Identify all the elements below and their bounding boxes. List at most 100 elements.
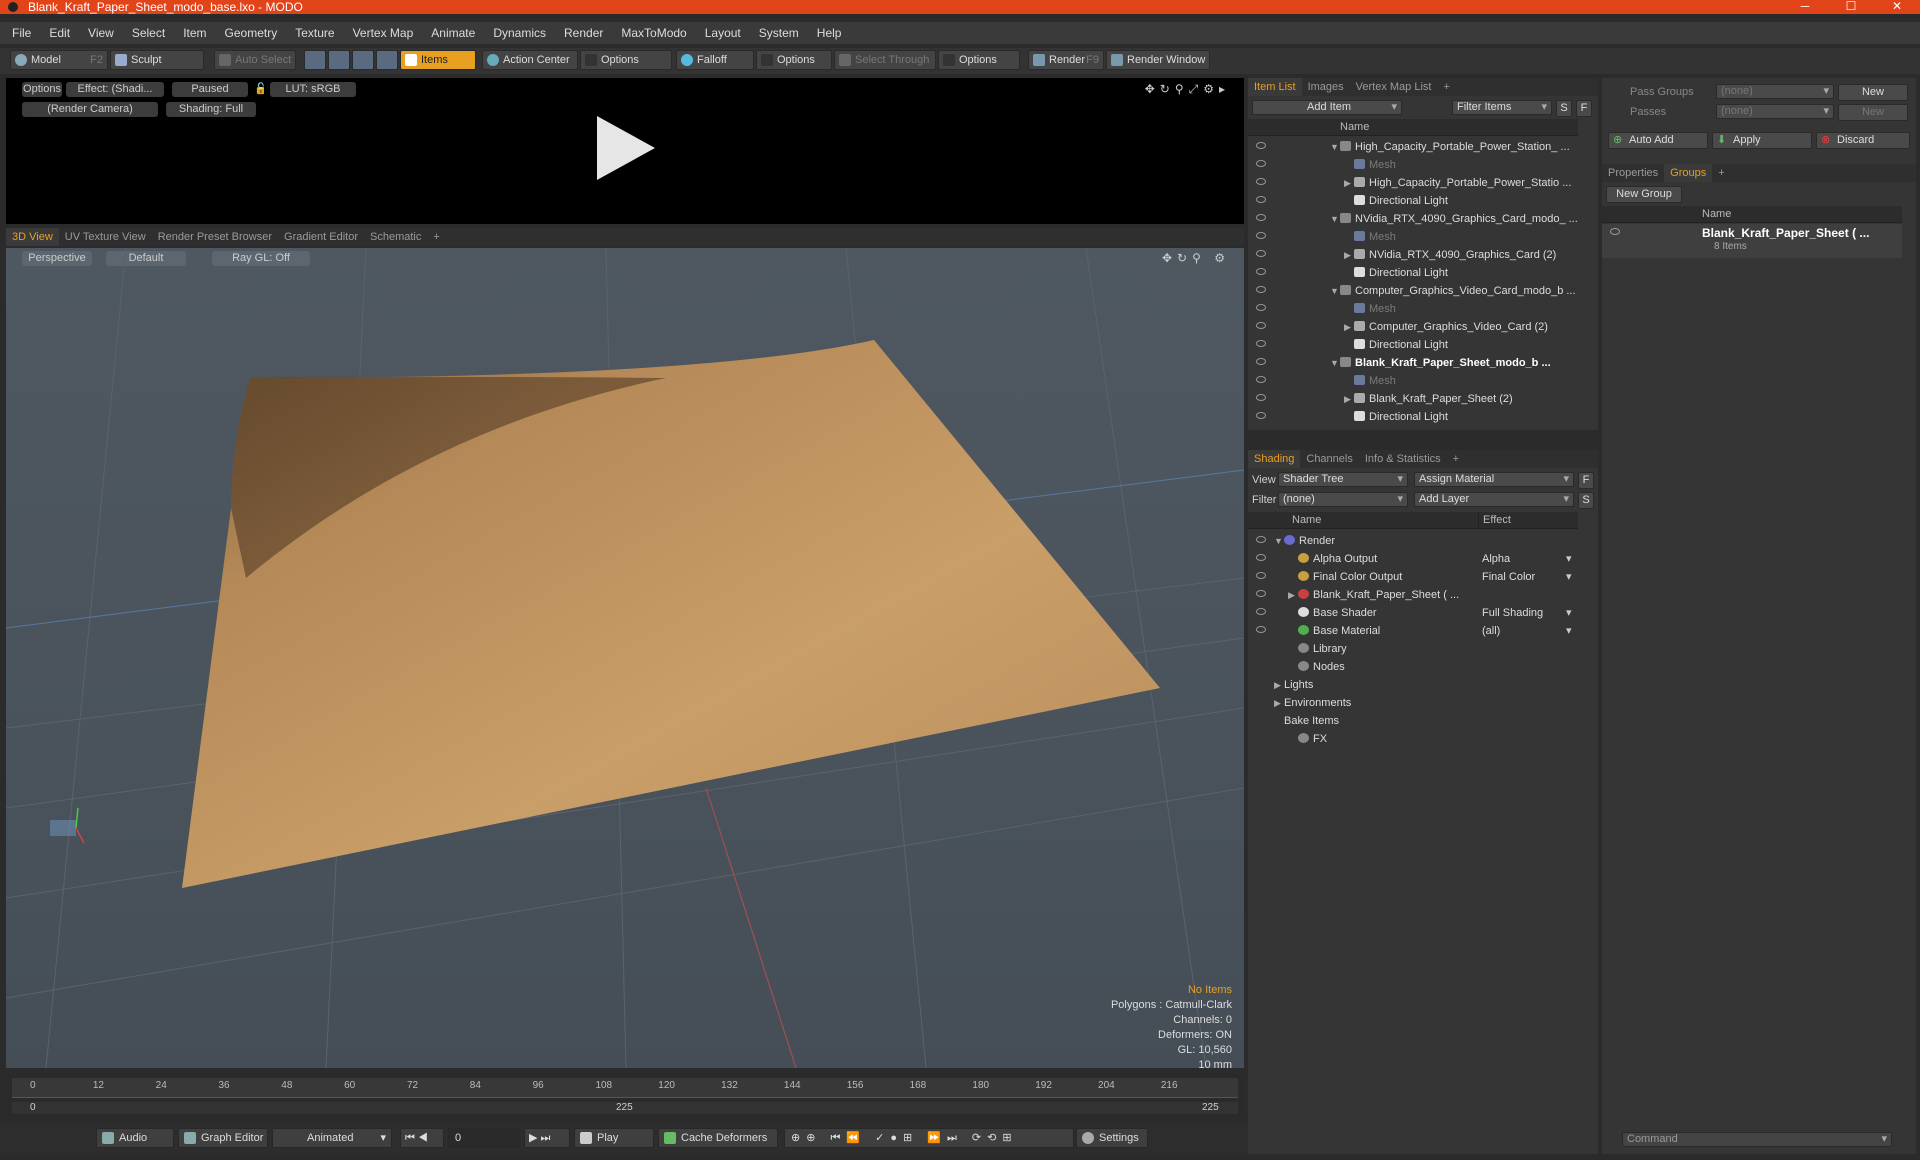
frame-input[interactable]: 0 (448, 1128, 520, 1148)
menu-texture[interactable]: Texture (286, 22, 343, 44)
add-item-dropdown[interactable]: Add Item (1252, 100, 1402, 115)
play-button[interactable]: Play (574, 1128, 654, 1148)
item-list-row[interactable]: Directional Light (1248, 408, 1578, 426)
shader-tree-row[interactable]: Library (1248, 640, 1578, 658)
shading-f-button[interactable]: F (1578, 472, 1594, 489)
item-list-row[interactable]: ▼ Computer_Graphics_Video_Card_modo_b ... (1248, 282, 1578, 300)
filter-items-input[interactable]: Filter Items (1452, 100, 1552, 115)
menu-dynamics[interactable]: Dynamics (484, 22, 555, 44)
item-list-row[interactable]: ▼ High_Capacity_Portable_Power_Station_ .… (1248, 138, 1578, 156)
edges-mode-icon[interactable] (328, 50, 350, 70)
expand-arrow-icon[interactable]: ▶ (1274, 676, 1284, 694)
assign-material-dropdown[interactable]: Assign Material (1414, 472, 1574, 487)
menu-layout[interactable]: Layout (696, 22, 750, 44)
falloff-options-button[interactable]: Options (756, 50, 832, 70)
item-list-row[interactable]: Directional Light (1248, 336, 1578, 354)
expand-arrow-icon[interactable]: ▼ (1274, 532, 1284, 550)
shader-tree-row[interactable]: Final Color Output Final Color ▾ (1248, 568, 1578, 586)
eye-icon[interactable] (1256, 608, 1266, 615)
item-list-row[interactable]: Mesh (1248, 372, 1578, 390)
eye-icon[interactable] (1256, 394, 1266, 401)
lock-icon[interactable]: 🔓 (254, 82, 264, 97)
shader-effect-dropdown[interactable]: Alpha (1482, 550, 1576, 568)
polygons-mode-icon[interactable] (352, 50, 374, 70)
eye-icon[interactable] (1256, 286, 1266, 293)
tab-channels[interactable]: Channels (1300, 450, 1358, 468)
timeline[interactable]: 0 12 24 36 48 60 72 84 96 108 120 132 144 156 168 180 19… (6, 1074, 1244, 1116)
tab-vertex-map-list[interactable]: Vertex Map List (1350, 78, 1438, 96)
tab-properties[interactable]: Properties (1602, 164, 1664, 182)
tab-groups[interactable]: Groups (1664, 164, 1713, 182)
render-button[interactable]: Render F9 (1028, 50, 1104, 70)
expand-arrow-icon[interactable]: ▶ (1344, 390, 1354, 408)
menu-item[interactable]: Item (174, 22, 215, 44)
tab-gradient-editor[interactable]: Gradient Editor (278, 228, 364, 246)
select-through-button[interactable]: Select Through (834, 50, 936, 70)
animated-dropdown[interactable]: Animated ▾ (272, 1128, 392, 1148)
expand-arrow-icon[interactable]: ▼ (1330, 138, 1340, 156)
tab-render-preset-browser[interactable]: Render Preset Browser (152, 228, 278, 246)
menu-system[interactable]: System (750, 22, 808, 44)
menu-file[interactable]: File (0, 22, 40, 44)
falloff-button[interactable]: Falloff (676, 50, 754, 70)
eye-icon[interactable] (1256, 268, 1266, 275)
tab-schematic[interactable]: Schematic (364, 228, 427, 246)
menu-animate[interactable]: Animate (422, 22, 484, 44)
command-input[interactable]: Command (1622, 1132, 1892, 1147)
3d-viewport[interactable]: Perspective Default Ray GL: Off ✥↻⚲ ⚙ No… (6, 248, 1244, 1068)
menu-view[interactable]: View (79, 22, 123, 44)
materials-mode-icon[interactable] (376, 50, 398, 70)
item-list-row[interactable]: ▼ NVidia_RTX_4090_Graphics_Card_modo_ ... (1248, 210, 1578, 228)
pass-groups-dropdown[interactable]: (none) (1716, 84, 1834, 99)
shading-dropdown[interactable]: Shading: Full (166, 102, 256, 117)
eye-icon[interactable] (1256, 358, 1266, 365)
shader-tree-row[interactable]: FX (1248, 730, 1578, 748)
item-list-row[interactable]: Directional Light (1248, 264, 1578, 282)
item-list-row[interactable]: Directional Light (1248, 192, 1578, 210)
action-center-button[interactable]: Action Center (482, 50, 578, 70)
eye-icon[interactable] (1610, 228, 1620, 235)
chevron-down-icon[interactable]: ▾ (1566, 604, 1572, 622)
eye-icon[interactable] (1256, 412, 1266, 419)
eye-icon[interactable] (1256, 554, 1266, 561)
jump-end-controls[interactable]: ▶ ⏭ (524, 1128, 570, 1148)
shader-tree-row[interactable]: Bake Items (1248, 712, 1578, 730)
discard-button[interactable]: ⊗ Discard (1816, 132, 1910, 149)
tab-item-list[interactable]: Item List (1248, 78, 1302, 96)
timeline-ruler[interactable] (12, 1078, 1238, 1098)
play-icon[interactable] (591, 112, 659, 184)
item-list-s-button[interactable]: S (1556, 100, 1572, 117)
expand-arrow-icon[interactable]: ▼ (1330, 282, 1340, 300)
maximize-button[interactable]: ☐ (1828, 0, 1874, 14)
item-list-row[interactable]: ▶ NVidia_RTX_4090_Graphics_Card (2) (1248, 246, 1578, 264)
shader-tree-row[interactable]: ▶ Environments (1248, 694, 1578, 712)
shader-tree-row[interactable]: ▼ Render (1248, 532, 1578, 550)
eye-icon[interactable] (1256, 160, 1266, 167)
eye-icon[interactable] (1256, 536, 1266, 543)
auto-select-button[interactable]: Auto Select (214, 50, 296, 70)
expand-arrow-icon[interactable]: ▶ (1344, 246, 1354, 264)
add-tab-button[interactable]: + (1437, 78, 1455, 96)
preview-paused-button[interactable]: Paused (172, 82, 248, 97)
menu-geometry[interactable]: Geometry (216, 22, 287, 44)
action-center-options-button[interactable]: Options (580, 50, 672, 70)
key-controls[interactable]: ⊕⊕ ⏮⏪ ✓●⊞ ⏩⏭ ⟳⟲⊞ (784, 1128, 1074, 1148)
shader-tree-row[interactable]: Base Shader Full Shading ▾ (1248, 604, 1578, 622)
add-tab-button[interactable]: + (427, 228, 445, 246)
settings-button[interactable]: Settings (1076, 1128, 1148, 1148)
chevron-down-icon[interactable]: ▾ (1566, 622, 1572, 640)
shader-tree-row[interactable]: Base Material (all) ▾ (1248, 622, 1578, 640)
preview-nav-icons[interactable]: ✥↻⚲⤢⚙▸ (1145, 82, 1230, 97)
item-list-row[interactable]: ▶ Blank_Kraft_Paper_Sheet (2) (1248, 390, 1578, 408)
menu-vertex-map[interactable]: Vertex Map (344, 22, 423, 44)
apply-button[interactable]: ⬇ Apply (1712, 132, 1812, 149)
preview-options-button[interactable]: Options (22, 82, 62, 97)
menu-maxtomodo[interactable]: MaxToModo (612, 22, 695, 44)
menu-render[interactable]: Render (555, 22, 612, 44)
eye-icon[interactable] (1256, 304, 1266, 311)
item-list-row[interactable]: ▼ Blank_Kraft_Paper_Sheet_modo_b ... (1248, 354, 1578, 372)
eye-icon[interactable] (1256, 590, 1266, 597)
eye-icon[interactable] (1256, 142, 1266, 149)
shader-tree-row[interactable]: ▶ Blank_Kraft_Paper_Sheet ( ... (1248, 586, 1578, 604)
tab-uv-texture-view[interactable]: UV Texture View (59, 228, 152, 246)
